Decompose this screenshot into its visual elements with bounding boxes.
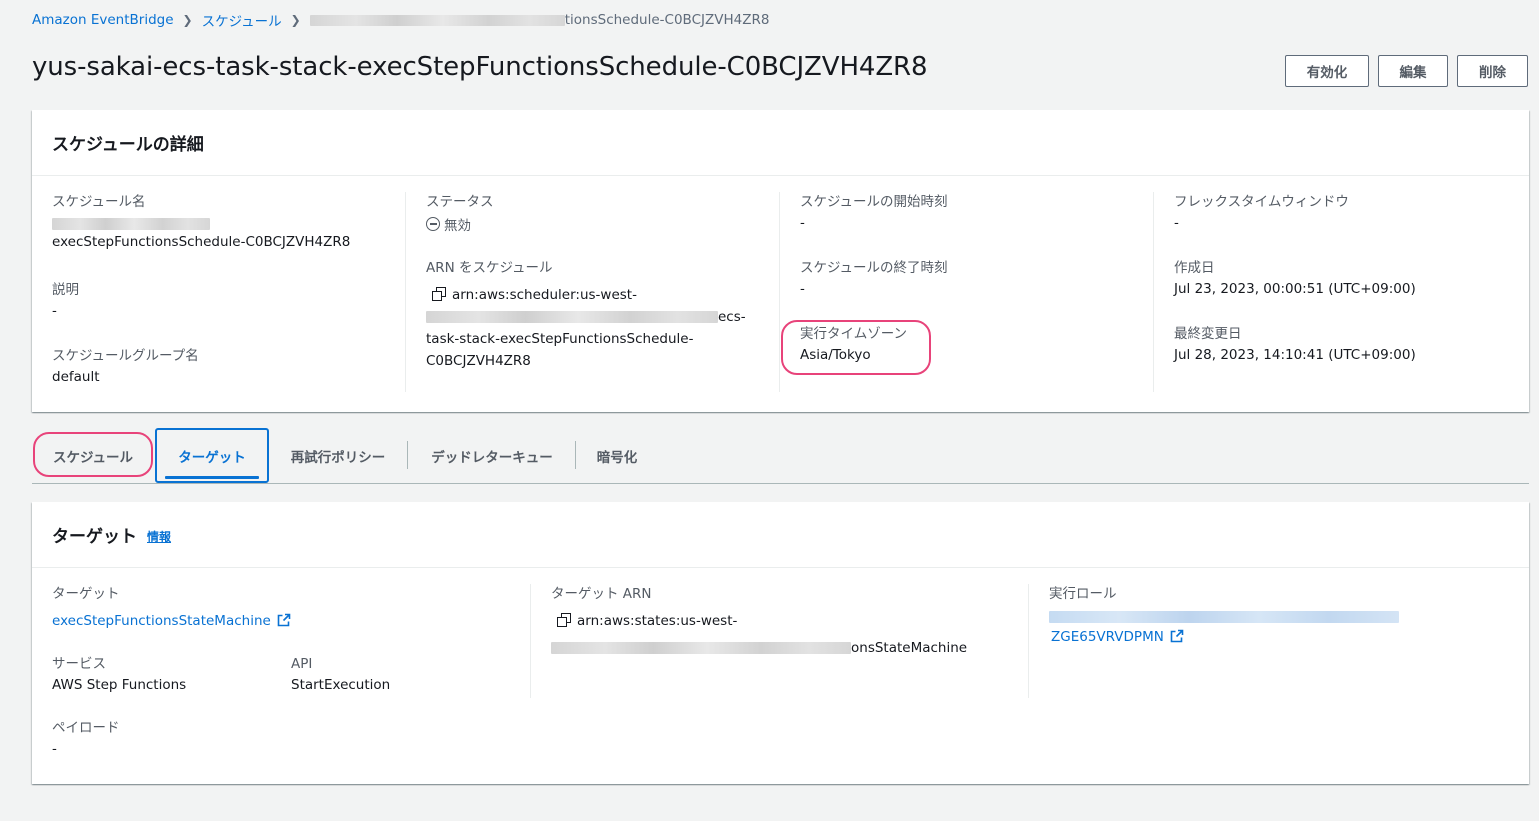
detail-tabs: スケジュール ターゲット 再試行ポリシー デッドレターキュー 暗号化 [32, 428, 1529, 484]
target-panel-title: ターゲット [52, 527, 137, 547]
status-label: ステータス [426, 194, 494, 210]
payload-label: ペイロード [52, 720, 120, 736]
start-time-value: - [800, 215, 805, 231]
api-value: StartExecution [291, 677, 391, 693]
chevron-right-icon: ❯ [182, 13, 193, 27]
schedule-tab-highlight-annotation [33, 432, 153, 477]
target-label: ターゲット [52, 586, 120, 602]
redacted-text [52, 217, 210, 230]
schedule-arn-line-1: arn:aws:scheduler:us-west- [426, 284, 746, 306]
delete-button[interactable]: 削除 [1457, 55, 1528, 87]
flex-window-label: フレックスタイムウィンドウ [1174, 194, 1349, 210]
breadcrumb-eventbridge-link[interactable]: Amazon EventBridge [32, 12, 174, 28]
schedule-name-label: スケジュール名 [52, 194, 146, 210]
breadcrumb-current: tionsSchedule-C0BCJZVH4ZR8 [564, 12, 770, 28]
schedule-group-value: default [52, 369, 100, 385]
breadcrumb-schedules-link[interactable]: スケジュール [202, 10, 282, 30]
target-column-2: ターゲット ARN arn:aws:states:us-west- onsSta… [531, 584, 1029, 698]
schedule-group-label: スケジュールグループ名 [52, 348, 199, 364]
schedule-details-header: スケジュールの詳細 [32, 110, 1529, 176]
execution-role-link[interactable]: ZGE65VRVDPMN [1051, 629, 1164, 645]
target-state-machine-link[interactable]: execStepFunctionsStateMachine [52, 613, 271, 629]
target-panel: ターゲット 情報 ターゲット execStepFunctionsStateMac… [32, 502, 1529, 784]
end-time-label: スケジュールの終了時刻 [800, 260, 948, 276]
api-label: API [291, 656, 313, 672]
tab-target[interactable]: ターゲット [155, 428, 269, 483]
edit-button[interactable]: 編集 [1378, 55, 1448, 87]
modified-date-label: 最終変更日 [1174, 326, 1242, 342]
modified-date-value: Jul 28, 2023, 14:10:41 (UTC+09:00) [1174, 347, 1416, 363]
description-value: - [52, 303, 57, 319]
tab-divider [575, 441, 576, 469]
copy-icon[interactable] [557, 613, 571, 627]
redacted-text [1049, 610, 1399, 623]
target-arn-line-1: arn:aws:states:us-west- [551, 610, 967, 632]
enable-button[interactable]: 有効化 [1285, 55, 1369, 87]
disabled-status-icon [426, 217, 440, 231]
payload-field: ペイロード - [52, 718, 120, 760]
created-date-value: Jul 23, 2023, 00:00:51 (UTC+09:00) [1174, 281, 1416, 297]
details-column-1: スケジュール名 execStepFunctionsSchedule-C0BCJZ… [32, 192, 406, 392]
target-column-3: 実行ロール ZGE65VRVDPMN [1029, 584, 1529, 698]
schedule-details-panel: スケジュールの詳細 スケジュール名 execStepFunctionsSched… [32, 110, 1529, 412]
header-actions: 有効化 編集 削除 [1285, 55, 1528, 87]
schedule-arn-line-3: task-stack-execStepFunctionsSchedule- [426, 331, 694, 347]
tab-retry-policy[interactable]: 再試行ポリシー [271, 428, 405, 483]
redacted-text [309, 14, 565, 26]
redacted-text [551, 642, 851, 654]
arn-text: onsStateMachine [851, 640, 968, 656]
start-time-label: スケジュールの開始時刻 [800, 194, 948, 210]
copy-icon[interactable] [432, 287, 446, 301]
target-value: execStepFunctionsStateMachine [52, 610, 291, 632]
redacted-text [426, 311, 718, 323]
schedule-arn-line-4: C0BCJZVH4ZR8 [426, 353, 531, 369]
tab-divider [407, 441, 408, 469]
end-time-value: - [800, 281, 805, 297]
details-column-3: スケジュールの開始時刻 - スケジュールの終了時刻 - 実行タイムゾーン Asi… [780, 192, 1154, 392]
timezone-highlight-annotation [781, 320, 931, 375]
service-value: AWS Step Functions [52, 677, 187, 693]
external-link-icon [277, 613, 291, 627]
tab-encryption[interactable]: 暗号化 [577, 428, 657, 483]
schedule-arn-line-2: ecs- [426, 306, 746, 328]
details-column-4: フレックスタイムウィンドウ - 作成日 Jul 23, 2023, 00:00:… [1154, 192, 1529, 392]
target-column-1: ターゲット execStepFunctionsStateMachine サービス… [32, 584, 531, 698]
execution-role-label: 実行ロール [1049, 586, 1117, 602]
arn-text: arn:aws:states:us-west- [577, 613, 738, 629]
target-arn-line-2: onsStateMachine [551, 637, 967, 659]
status-badge: 無効 [426, 212, 494, 236]
schedule-arn-label: ARN をスケジュール [426, 260, 553, 276]
status-value: 無効 [444, 218, 471, 234]
payload-value: - [52, 741, 57, 757]
schedule-name-value: execStepFunctionsSchedule-C0BCJZVH4ZR8 [52, 234, 351, 250]
breadcrumb: Amazon EventBridge ❯ スケジュール ❯ tionsSched… [32, 10, 769, 30]
external-link-icon [1170, 629, 1184, 643]
chevron-right-icon: ❯ [290, 13, 301, 27]
page-title: yus-sakai-ecs-task-stack-execStepFunctio… [32, 52, 928, 82]
arn-text: arn:aws:scheduler:us-west- [452, 287, 637, 303]
info-link[interactable]: 情報 [147, 528, 171, 545]
flex-window-value: - [1174, 215, 1179, 231]
arn-text: ecs- [718, 309, 746, 325]
execution-role-value: ZGE65VRVDPMN [1049, 628, 1399, 646]
created-date-label: 作成日 [1174, 260, 1215, 276]
service-label: サービス [52, 656, 106, 672]
description-label: 説明 [52, 282, 79, 298]
target-header: ターゲット 情報 [32, 502, 1529, 568]
details-column-2: ステータス 無効 ARN をスケジュール arn:aws:scheduler:u… [406, 192, 780, 392]
target-arn-label: ターゲット ARN [551, 586, 652, 602]
tab-dead-letter-queue[interactable]: デッドレターキュー [409, 428, 575, 483]
